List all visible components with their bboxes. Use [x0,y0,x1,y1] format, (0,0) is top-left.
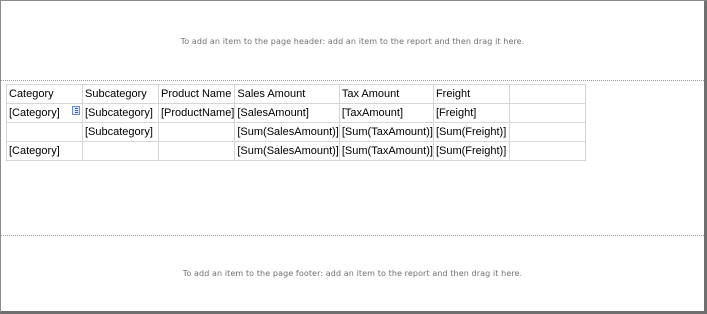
table-row: [Category] [Subcategory] [ProductName] [… [6,103,586,123]
header-cell-empty[interactable] [508,84,586,104]
table-cell[interactable] [6,122,83,142]
report-design-surface[interactable]: To add an item to the page header: add a… [0,0,707,314]
table-cell[interactable]: [Subcategory] [82,103,159,123]
page-header-region[interactable]: To add an item to the page header: add a… [1,1,704,80]
header-cell-category[interactable]: Category [6,84,83,104]
table-cell[interactable]: [Sum(TaxAmount)] [338,122,434,142]
group-indicator-icon[interactable] [72,106,80,115]
table-cell[interactable]: [Sum(SalesAmount)] [234,141,340,161]
table-cell[interactable]: [Sum(Freight)] [432,141,510,161]
header-cell-subcategory[interactable]: Subcategory [82,84,159,104]
table-cell[interactable]: [Subcategory] [82,122,159,142]
page-footer-hint: To add an item to the page footer: add a… [182,269,523,278]
table-cell[interactable] [157,141,236,161]
table-cell[interactable]: [Sum(Freight)] [432,122,510,142]
table-cell[interactable] [82,141,159,161]
table-cell[interactable] [508,141,586,161]
table-cell[interactable]: [ProductName] [157,103,236,123]
header-cell-tax-amount[interactable]: Tax Amount [338,84,434,104]
header-cell-sales-amount[interactable]: Sales Amount [234,84,340,104]
header-cell-freight[interactable]: Freight [432,84,510,104]
table-cell[interactable]: [Category] [6,141,83,161]
table-row: [Subcategory] [Sum(SalesAmount)] [Sum(Ta… [6,122,586,142]
table-row: [Category] [Sum(SalesAmount)] [Sum(TaxAm… [6,141,586,161]
table-cell[interactable] [508,122,586,142]
table-cell[interactable]: [Sum(SalesAmount)] [234,122,340,142]
table-cell[interactable]: [Sum(TaxAmount)] [338,141,434,161]
tablix-table[interactable]: Category Subcategory Product Name Sales … [6,84,586,161]
table-header-row: Category Subcategory Product Name Sales … [6,84,586,104]
cell-text: [Category] [9,107,60,119]
report-body[interactable]: Category Subcategory Product Name Sales … [1,81,704,235]
table-cell[interactable] [157,122,236,142]
table-cell[interactable]: [SalesAmount] [234,103,340,123]
page-header-hint: To add an item to the page header: add a… [180,37,525,46]
table-cell[interactable]: [Freight] [432,103,510,123]
page-footer-region[interactable]: To add an item to the page footer: add a… [1,236,704,311]
table-cell[interactable]: [TaxAmount] [338,103,434,123]
table-cell[interactable]: [Category] [6,103,83,123]
table-cell[interactable] [508,103,586,123]
header-cell-product-name[interactable]: Product Name [157,84,236,104]
